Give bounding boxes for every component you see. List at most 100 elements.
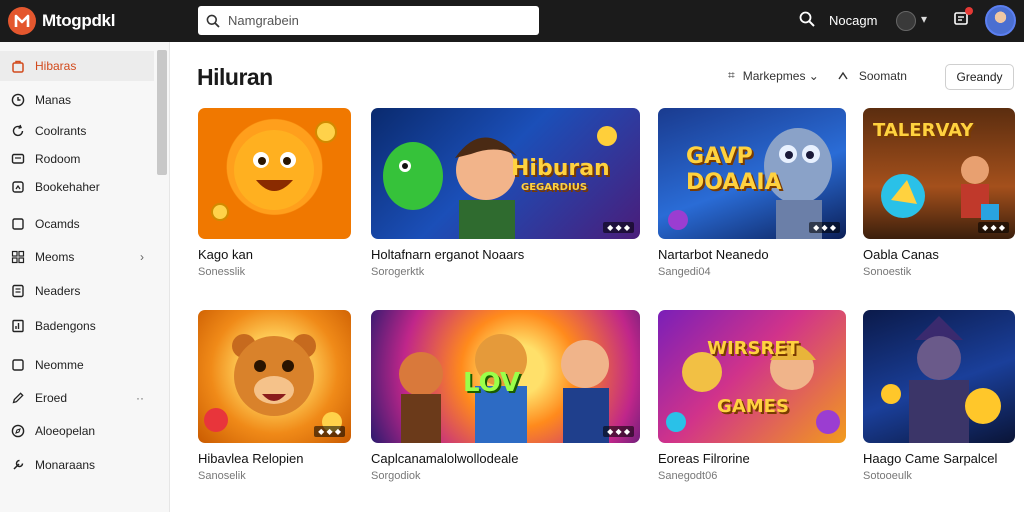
filter-row: ⌗ Markepmes ⌄ Soomatn [728, 68, 907, 83]
sidebar: Hibaras Manas Coolrants Rodoom Bookehahe… [0, 42, 170, 512]
sun-character-art [211, 121, 337, 221]
sidebar-item-label: Badengons [35, 319, 96, 333]
avatar[interactable] [985, 5, 1016, 36]
logo-icon [8, 7, 36, 35]
list-icon [10, 283, 26, 299]
game-thumbnail[interactable]: TALERVAY ◆ ◆ ◆ [863, 108, 1015, 239]
card-title: Eoreas Filrorine [658, 451, 750, 466]
sidebar-item-rodoom[interactable]: Rodoom [0, 144, 154, 174]
art-title: GAVP DOAAIA [686, 144, 782, 195]
card-title: Kago kan [198, 247, 253, 262]
game-thumbnail[interactable]: ◆ ◆ ◆ [198, 310, 351, 443]
box-icon [10, 357, 26, 373]
thumbnail-tag: ◆ ◆ ◆ [809, 222, 840, 233]
sidebar-item-ocamds[interactable]: Ocamds [0, 209, 154, 239]
search-box[interactable] [198, 6, 539, 35]
sidebar-item-bookehaher[interactable]: Bookehaher [0, 172, 154, 202]
sidebar-item-neaders[interactable]: Neaders [0, 276, 154, 306]
chevron-down-icon: ⌄ [808, 68, 819, 83]
sidebar-item-label: Neomme [35, 358, 84, 372]
tv-icon [10, 151, 26, 167]
search-icon [206, 14, 220, 28]
sort-label[interactable]: Soomatn [859, 69, 907, 83]
game-card[interactable]: LOV ◆ ◆ ◆ Caplcanamalolwollodeale Sorgod… [371, 310, 640, 482]
game-thumbnail[interactable]: LOV ◆ ◆ ◆ [371, 310, 640, 443]
game-card[interactable]: GAVP DOAAIA ◆ ◆ ◆ Nartarbot Neanedo Sang… [658, 108, 846, 278]
chevron-right-icon[interactable]: › [140, 250, 144, 264]
sidebar-item-label: Eroed [35, 391, 68, 405]
sidebar-item-monaraans[interactable]: Monaraans [0, 450, 154, 480]
page-title: Hiluran [197, 64, 273, 90]
sidebar-item-badengons[interactable]: Badengons [0, 311, 154, 341]
chevron-down-icon[interactable]: ▾ [921, 12, 927, 26]
bag-icon [10, 58, 26, 74]
card-title: Nartarbot Neanedo [658, 247, 769, 262]
sidebar-item-label: Manas [35, 93, 72, 107]
topbar-label[interactable]: Nocagm [829, 13, 877, 28]
game-card[interactable]: Kago kan Sonesslik [198, 108, 351, 278]
thumbnail-tag: ◆ ◆ ◆ [603, 426, 634, 437]
game-card[interactable]: ◆ ◆ ◆ Hibavlea Relopien Sanoselik [198, 310, 351, 482]
game-thumbnail[interactable] [198, 108, 351, 239]
search-icon[interactable] [799, 11, 815, 27]
hash-icon: ⌗ [728, 68, 735, 82]
compass-icon [10, 423, 26, 439]
card-title: Haago Came Sarpalcel [863, 451, 998, 466]
greandy-button[interactable]: Greandy [945, 64, 1014, 90]
square-icon [10, 216, 26, 232]
game-thumbnail[interactable] [863, 310, 1015, 443]
card-subtitle: Sanoselik [198, 470, 246, 482]
card-title: Holtafnarn erganot Noaars [371, 247, 525, 262]
refresh-icon [10, 123, 26, 139]
more-icon[interactable]: ·· [136, 391, 144, 405]
thumbnail-tag: ◆ ◆ ◆ [314, 426, 345, 437]
chart-icon [10, 318, 26, 334]
game-thumbnail[interactable]: WIRSRET GAMES [658, 310, 846, 443]
game-card[interactable]: WIRSRET GAMES Eoreas Filrorine Sanegodt0… [658, 310, 846, 482]
sidebar-item-coolrants[interactable]: Coolrants [0, 116, 154, 146]
app-logo[interactable]: Mtogpdkl [8, 7, 115, 35]
art-subtitle: GEGARDIUS [521, 182, 588, 193]
filter-label: Markepmes [742, 68, 806, 83]
card-subtitle: Sorogerktk [371, 266, 425, 278]
card-subtitle: Sorgodiok [371, 470, 421, 482]
notification-badge [965, 7, 973, 15]
bookmark-icon [10, 179, 26, 195]
sidebar-item-neomme[interactable]: Neomme [0, 350, 154, 380]
sidebar-item-manas[interactable]: Manas [0, 85, 154, 115]
art-title: Hiburan [511, 156, 610, 181]
game-thumbnail[interactable]: Hiburan GEGARDIUS ◆ ◆ ◆ [371, 108, 640, 239]
sidebar-item-label: Bookehaher [35, 180, 100, 194]
grid-icon [10, 249, 26, 265]
sidebar-item-label: Ocamds [35, 217, 80, 231]
sidebar-item-eroed[interactable]: Eroed ·· [0, 383, 154, 413]
card-title: Hibavlea Relopien [198, 451, 304, 466]
sidebar-item-aloeopelan[interactable]: Aloeopelan [0, 416, 154, 446]
sidebar-item-label: Neaders [35, 284, 81, 298]
bear-art [204, 334, 342, 432]
top-bar: Mtogpdkl Nocagm ▾ [0, 0, 1024, 42]
sidebar-item-label: Coolrants [35, 124, 87, 138]
thumbnail-tag: ◆ ◆ ◆ [978, 222, 1009, 233]
sidebar-item-meoms[interactable]: Meoms › [0, 242, 154, 272]
sidebar-item-hibaras[interactable]: Hibaras [0, 51, 154, 81]
clock-icon [10, 92, 26, 108]
filter-dropdown[interactable]: Markepmes ⌄ [743, 69, 819, 83]
game-thumbnail[interactable]: GAVP DOAAIA ◆ ◆ ◆ [658, 108, 846, 239]
card-subtitle: Sonesslik [198, 266, 246, 278]
sidebar-item-label: Aloeopelan [35, 424, 96, 438]
art-title: LOV [463, 368, 521, 398]
profile-thumbnail[interactable] [896, 11, 916, 31]
pen-icon [10, 390, 26, 406]
card-title: Caplcanamalolwollodeale [371, 451, 519, 466]
game-card[interactable]: TALERVAY ◆ ◆ ◆ Oabla Canas Sonoestik [863, 108, 1015, 278]
sidebar-scrollbar[interactable] [157, 50, 167, 175]
card-title: Oabla Canas [863, 247, 939, 262]
thumbnail-tag: ◆ ◆ ◆ [603, 222, 634, 233]
card-subtitle: Sangedi04 [658, 266, 711, 278]
game-card[interactable]: Hiburan GEGARDIUS ◆ ◆ ◆ Holtafnarn ergan… [371, 108, 640, 278]
game-card[interactable]: Haago Came Sarpalcel Sotooeulk [863, 310, 1015, 482]
sort-icon[interactable] [837, 70, 849, 82]
card-subtitle: Sotooeulk [863, 470, 912, 482]
search-input[interactable] [228, 13, 518, 28]
